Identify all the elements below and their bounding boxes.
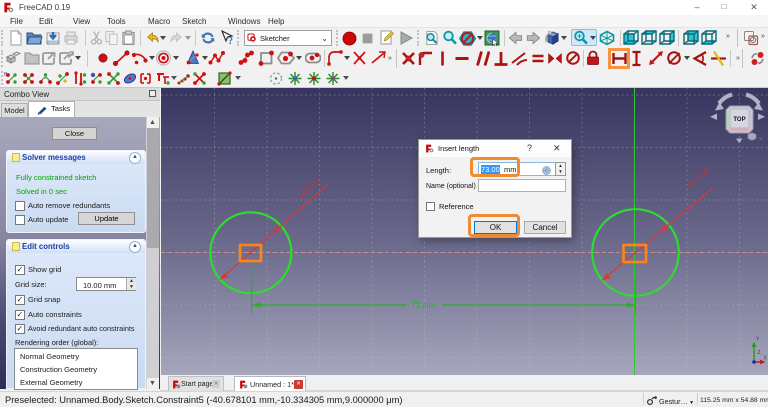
svg-text:ø15 mm: ø15 mm [296,175,323,200]
svg-text:TOP: TOP [733,117,745,123]
svg-text:X: X [764,356,768,362]
svg-text:Y: Y [756,337,760,343]
svg-text:ø17 mm: ø17 mm [685,165,712,190]
svg-text:73 mm: 73 mm [411,301,436,310]
svg-text:?: ? [228,36,233,46]
svg-text:Z: Z [758,350,761,356]
